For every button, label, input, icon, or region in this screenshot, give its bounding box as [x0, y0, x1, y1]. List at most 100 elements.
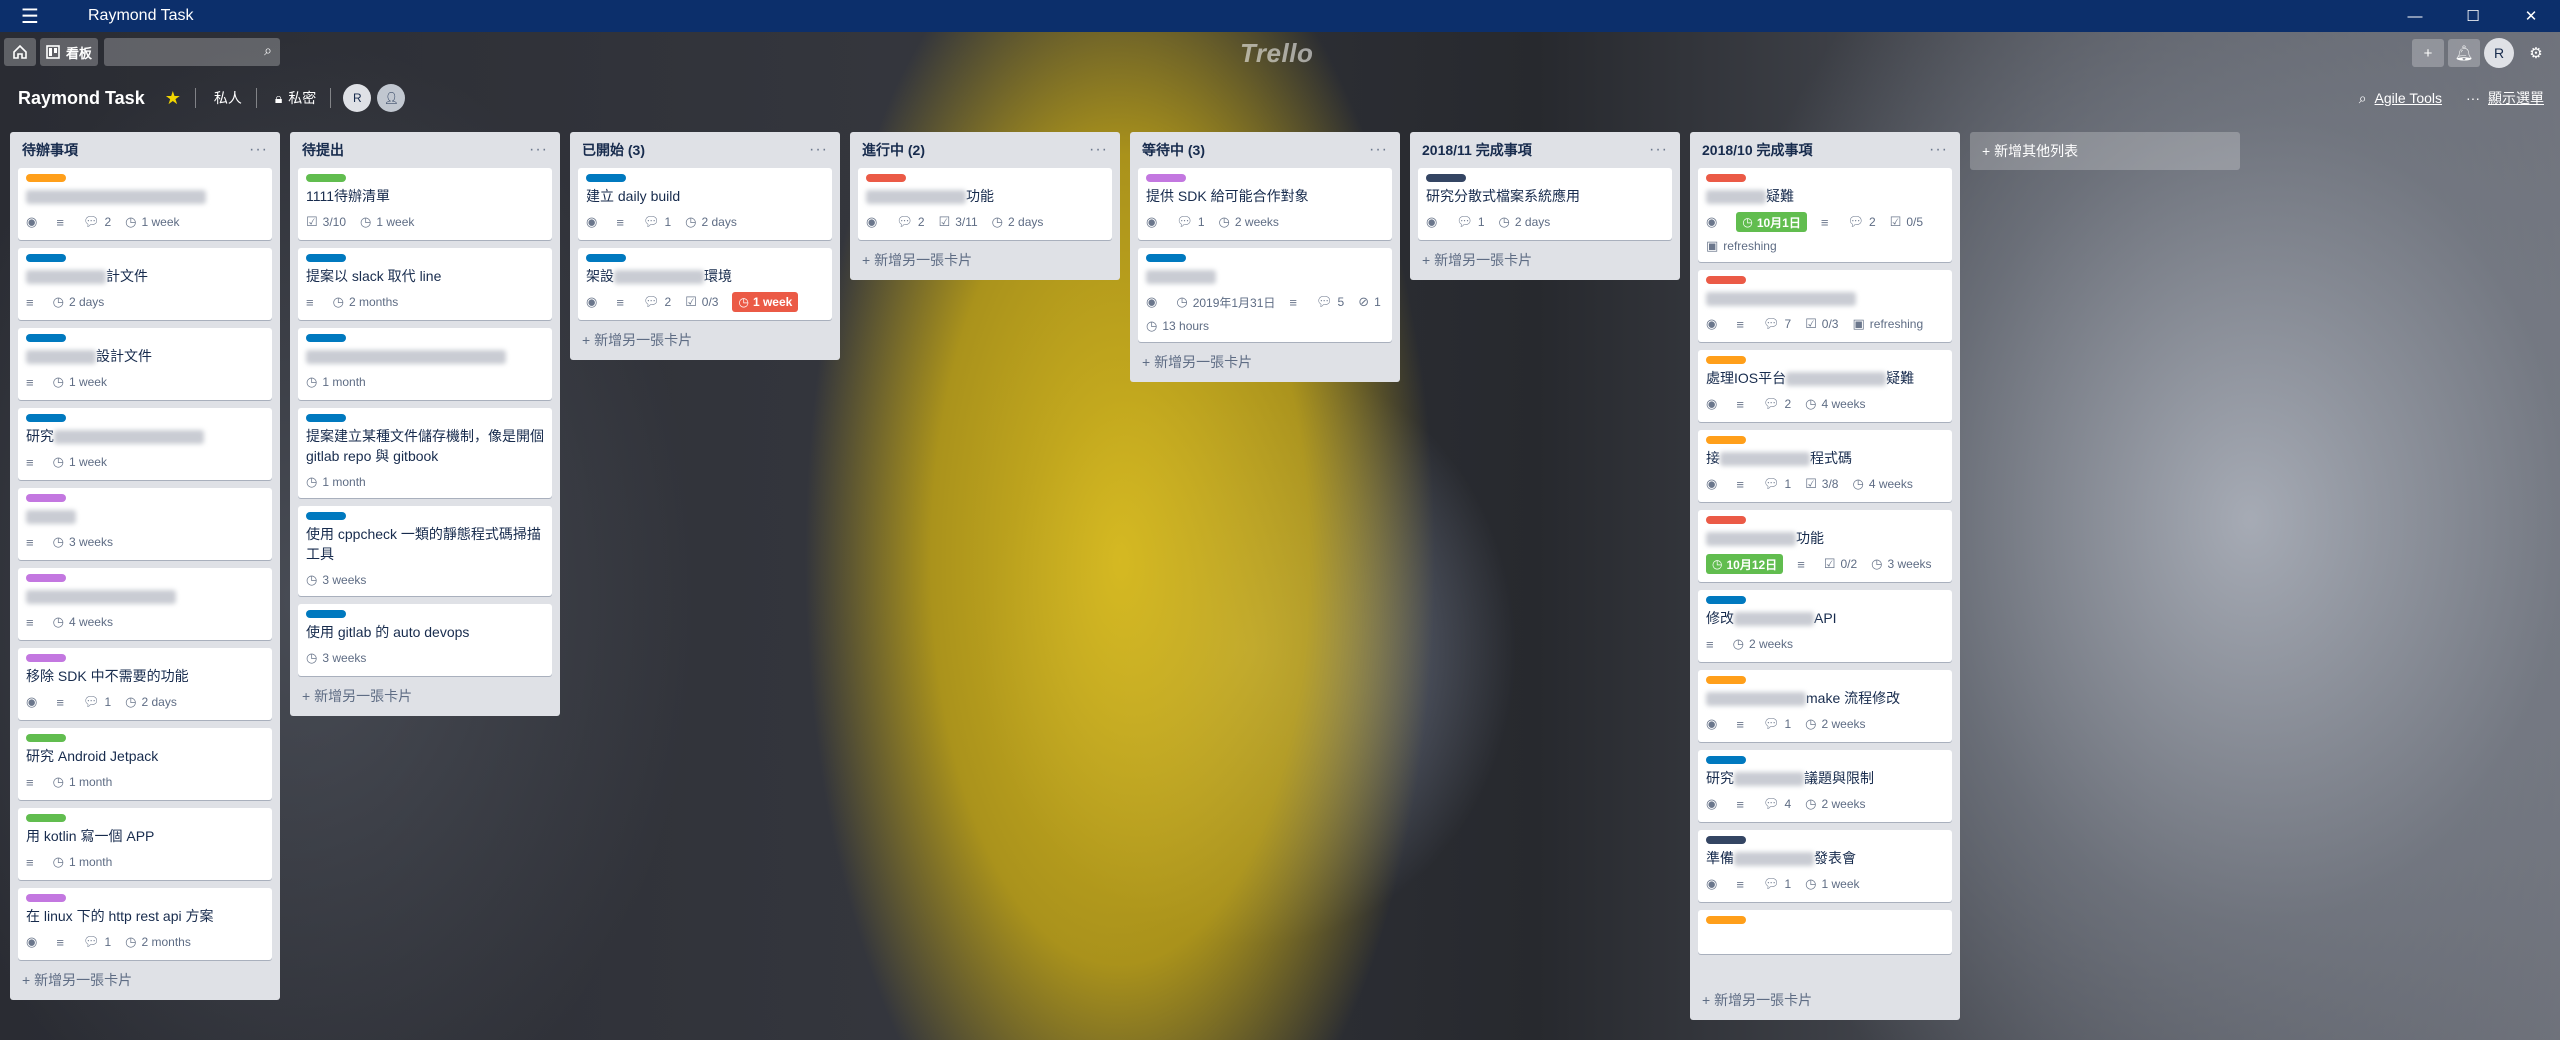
- agile-tools-button[interactable]: ⌕ Agile Tools: [2359, 90, 2442, 107]
- due-date-badge[interactable]: ◷ 1 week: [732, 292, 799, 312]
- trello-logo[interactable]: Trello: [1240, 38, 1313, 69]
- card-label[interactable]: [306, 610, 346, 618]
- hamburger-menu-icon[interactable]: ☰: [0, 4, 60, 29]
- list-title[interactable]: 等待中 (3): [1142, 140, 1205, 160]
- due-date-badge[interactable]: ◷ 10月12日: [1706, 554, 1784, 574]
- add-card-button[interactable]: + 新增另一張卡片: [298, 676, 552, 710]
- create-button[interactable]: +: [2412, 39, 2444, 67]
- card-label[interactable]: [306, 512, 346, 520]
- search-input[interactable]: [104, 38, 281, 66]
- list-title[interactable]: 進行中 (2): [862, 140, 925, 160]
- list-title[interactable]: 待辦事項: [22, 140, 78, 160]
- list-menu-icon[interactable]: ···: [1649, 141, 1668, 159]
- card-label[interactable]: [1706, 356, 1746, 364]
- card[interactable]: ◉ ≡ 💬︎ 2 ◷ 1 week: [18, 168, 272, 240]
- add-list-button[interactable]: + 新增其他列表: [1970, 132, 2240, 170]
- add-card-button[interactable]: + 新增另一張卡片: [18, 960, 272, 994]
- list-title[interactable]: 待提出: [302, 140, 344, 160]
- card[interactable]: 功能 ◉ 💬︎ 2 ☑ 3/11 ◷ 2 days: [858, 168, 1112, 240]
- list-header[interactable]: 已開始 (3) ···: [578, 132, 832, 168]
- notifications-bell-icon[interactable]: 🔔︎: [2448, 39, 2480, 67]
- list-header[interactable]: 待辦事項 ···: [18, 132, 272, 168]
- add-card-button[interactable]: + 新增另一張卡片: [858, 240, 1112, 274]
- add-card-button[interactable]: + 新增另一張卡片: [1698, 980, 1952, 1014]
- card-label[interactable]: [1706, 174, 1746, 182]
- card-label[interactable]: [1706, 916, 1746, 924]
- member-avatar[interactable]: R: [343, 84, 372, 112]
- card-label[interactable]: [1146, 254, 1186, 262]
- boards-button[interactable]: 看板: [40, 38, 99, 66]
- list-header[interactable]: 進行中 (2) ···: [858, 132, 1112, 168]
- card[interactable]: 計文件 ≡ ◷ 2 days: [18, 248, 272, 320]
- card[interactable]: ◉ ≡ 💬︎ 7 ☑ 0/3 ▣ refreshing: [1698, 270, 1952, 342]
- add-card-button[interactable]: + 新增另一張卡片: [578, 320, 832, 354]
- card-label[interactable]: [26, 654, 66, 662]
- list-header[interactable]: 2018/10 完成事項 ···: [1698, 132, 1952, 168]
- card[interactable]: 使用 cppcheck 一類的靜態程式碼掃描工具 ◷ 3 weeks: [298, 506, 552, 596]
- list-header[interactable]: 2018/11 完成事項 ···: [1418, 132, 1672, 168]
- list-title[interactable]: 2018/11 完成事項: [1422, 140, 1532, 160]
- card[interactable]: make 流程修改 ◉ ≡ 💬︎ 1 ◷ 2 weeks: [1698, 670, 1952, 742]
- card-label[interactable]: [1706, 276, 1746, 284]
- add-card-button[interactable]: + 新增另一張卡片: [1138, 342, 1392, 376]
- card-label[interactable]: [26, 734, 66, 742]
- board-title[interactable]: Raymond Task: [18, 88, 145, 109]
- card-label[interactable]: [1706, 516, 1746, 524]
- card[interactable]: 研究 議題與限制 ◉ ≡ 💬︎ 4 ◷ 2 weeks: [1698, 750, 1952, 822]
- card[interactable]: 建立 daily build ◉ ≡ 💬︎ 1 ◷ 2 days: [578, 168, 832, 240]
- card[interactable]: 準備 發表會 ◉ ≡ 💬︎ 1 ◷ 1 week: [1698, 830, 1952, 902]
- card[interactable]: 架設 環境 ◉ ≡ 💬︎ 2 ☑ 0/3 ◷ 1 week: [578, 248, 832, 320]
- card-label[interactable]: [1706, 436, 1746, 444]
- invite-member-icon[interactable]: 👤︎: [377, 84, 406, 112]
- card[interactable]: 研究 Android Jetpack ≡ ◷ 1 month: [18, 728, 272, 800]
- user-avatar[interactable]: R: [2484, 38, 2514, 68]
- card[interactable]: 接 程式碼 ◉ ≡ 💬︎ 1 ☑ 3/8 ◷ 4 weeks: [1698, 430, 1952, 502]
- card-label[interactable]: [26, 814, 66, 822]
- card[interactable]: 1111待辦清單 ☑ 3/10 ◷ 1 week: [298, 168, 552, 240]
- card-label[interactable]: [306, 414, 346, 422]
- card-label[interactable]: [1706, 836, 1746, 844]
- card-label[interactable]: [1146, 174, 1186, 182]
- card[interactable]: 使用 gitlab 的 auto devops ◷ 3 weeks: [298, 604, 552, 676]
- close-icon[interactable]: ✕: [2502, 0, 2560, 32]
- card-label[interactable]: [26, 494, 66, 502]
- card[interactable]: 處理IOS平台 疑難 ◉ ≡ 💬︎ 2 ◷ 4 weeks: [1698, 350, 1952, 422]
- card[interactable]: ◉ ◷ 2019年1月31日 ≡ 💬︎ 5 ⊘ 1 ◷ 13 hours: [1138, 248, 1392, 342]
- home-button[interactable]: [4, 38, 36, 66]
- card-label[interactable]: [26, 574, 66, 582]
- list-menu-icon[interactable]: ···: [1369, 141, 1388, 159]
- list-menu-icon[interactable]: ···: [1929, 141, 1948, 159]
- card-label[interactable]: [26, 334, 66, 342]
- list-title[interactable]: 已開始 (3): [582, 140, 645, 160]
- card[interactable]: 在 linux 下的 http rest api 方案 ◉ ≡ 💬︎ 1 ◷ 2…: [18, 888, 272, 960]
- minimize-icon[interactable]: —: [2386, 0, 2444, 32]
- card[interactable]: 修改 API ≡ ◷ 2 weeks: [1698, 590, 1952, 662]
- show-menu-link[interactable]: 顯示選單: [2488, 88, 2544, 108]
- due-date-badge[interactable]: ◷ 10月1日: [1736, 212, 1807, 232]
- card[interactable]: 提案建立某種文件儲存機制，像是開個 gitlab repo 與 gitbook …: [298, 408, 552, 498]
- card-label[interactable]: [26, 174, 66, 182]
- card-label[interactable]: [1706, 676, 1746, 684]
- card[interactable]: 疑難 ◉ ◷ 10月1日 ≡ 💬︎ 2 ☑ 0/5 ▣ refreshing: [1698, 168, 1952, 262]
- list-menu-icon[interactable]: ···: [809, 141, 828, 159]
- list-menu-icon[interactable]: ···: [249, 141, 268, 159]
- card[interactable]: ≡ ◷ 3 weeks: [18, 488, 272, 560]
- card-label[interactable]: [306, 254, 346, 262]
- agile-tools-link[interactable]: Agile Tools: [2375, 90, 2442, 106]
- maximize-icon[interactable]: ☐: [2444, 0, 2502, 32]
- card-label[interactable]: [26, 894, 66, 902]
- card[interactable]: 提案以 slack 取代 line ≡ ◷ 2 months: [298, 248, 552, 320]
- card[interactable]: 用 kotlin 寫一個 APP ≡ ◷ 1 month: [18, 808, 272, 880]
- star-icon[interactable]: ★: [165, 88, 181, 109]
- card[interactable]: ≡ ◷ 4 weeks: [18, 568, 272, 640]
- card-label[interactable]: [1426, 174, 1466, 182]
- list-header[interactable]: 等待中 (3) ···: [1138, 132, 1392, 168]
- search-icon[interactable]: ⌕: [264, 42, 272, 59]
- card-label[interactable]: [1706, 756, 1746, 764]
- card-label[interactable]: [26, 414, 66, 422]
- card-label[interactable]: [1706, 596, 1746, 604]
- card-label[interactable]: [306, 174, 346, 182]
- card[interactable]: 設計文件 ≡ ◷ 1 week: [18, 328, 272, 400]
- card-label[interactable]: [26, 254, 66, 262]
- card-label[interactable]: [586, 174, 626, 182]
